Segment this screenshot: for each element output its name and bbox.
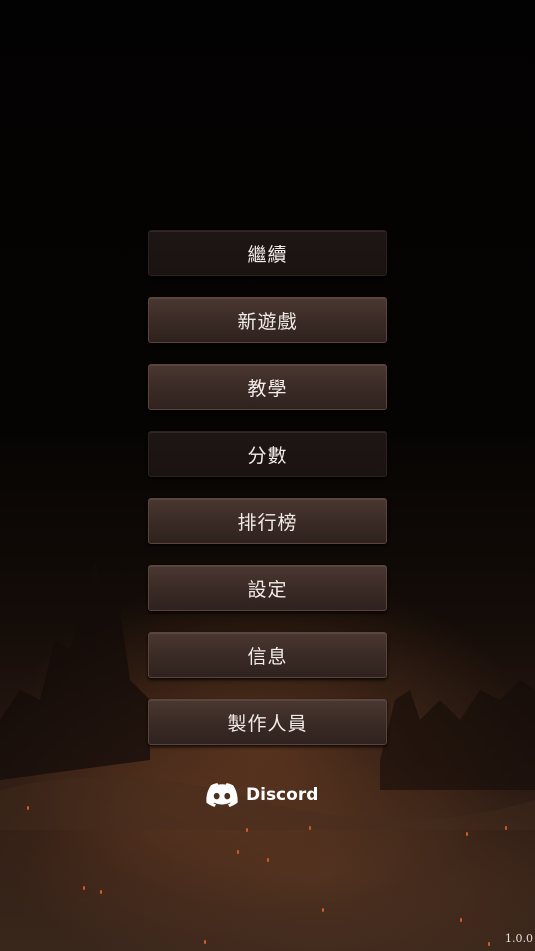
tutorial-label: 教學 [247, 377, 288, 400]
score-button[interactable]: 分數 [148, 431, 387, 477]
continue-label: 繼續 [247, 243, 288, 266]
info-button[interactable]: 信息 [148, 632, 387, 678]
continue-button[interactable]: 繼續 [148, 230, 387, 276]
score-label: 分數 [247, 444, 288, 467]
new-game-button[interactable]: 新遊戲 [148, 297, 387, 343]
tutorial-button[interactable]: 教學 [148, 364, 387, 410]
discord-label: Discord [246, 785, 319, 805]
ember-particle [309, 826, 311, 830]
ember-particle [460, 918, 462, 922]
main-menu: 繼續 新遊戲 教學 分數 排行榜 設定 信息 製作人員 [148, 230, 387, 766]
leaderboard-label: 排行榜 [237, 511, 298, 534]
ember-particle [466, 832, 468, 836]
ember-particle [246, 828, 248, 832]
ember-particle [100, 890, 102, 894]
ember-particle [204, 940, 206, 944]
credits-label: 製作人員 [227, 712, 308, 735]
settings-label: 設定 [247, 578, 288, 601]
info-label: 信息 [247, 645, 288, 668]
ember-particle [27, 806, 29, 810]
ember-particle [237, 850, 239, 854]
ember-particle [267, 858, 269, 862]
version-label: 1.0.0 [505, 932, 533, 945]
ember-particle [505, 826, 507, 830]
ember-particle [83, 886, 85, 890]
discord-icon [206, 783, 238, 807]
ember-particle [322, 908, 324, 912]
new-game-label: 新遊戲 [237, 310, 298, 333]
settings-button[interactable]: 設定 [148, 565, 387, 611]
discord-link[interactable]: Discord [206, 783, 318, 807]
credits-button[interactable]: 製作人員 [148, 699, 387, 745]
leaderboard-button[interactable]: 排行榜 [148, 498, 387, 544]
ember-particle [488, 942, 490, 946]
